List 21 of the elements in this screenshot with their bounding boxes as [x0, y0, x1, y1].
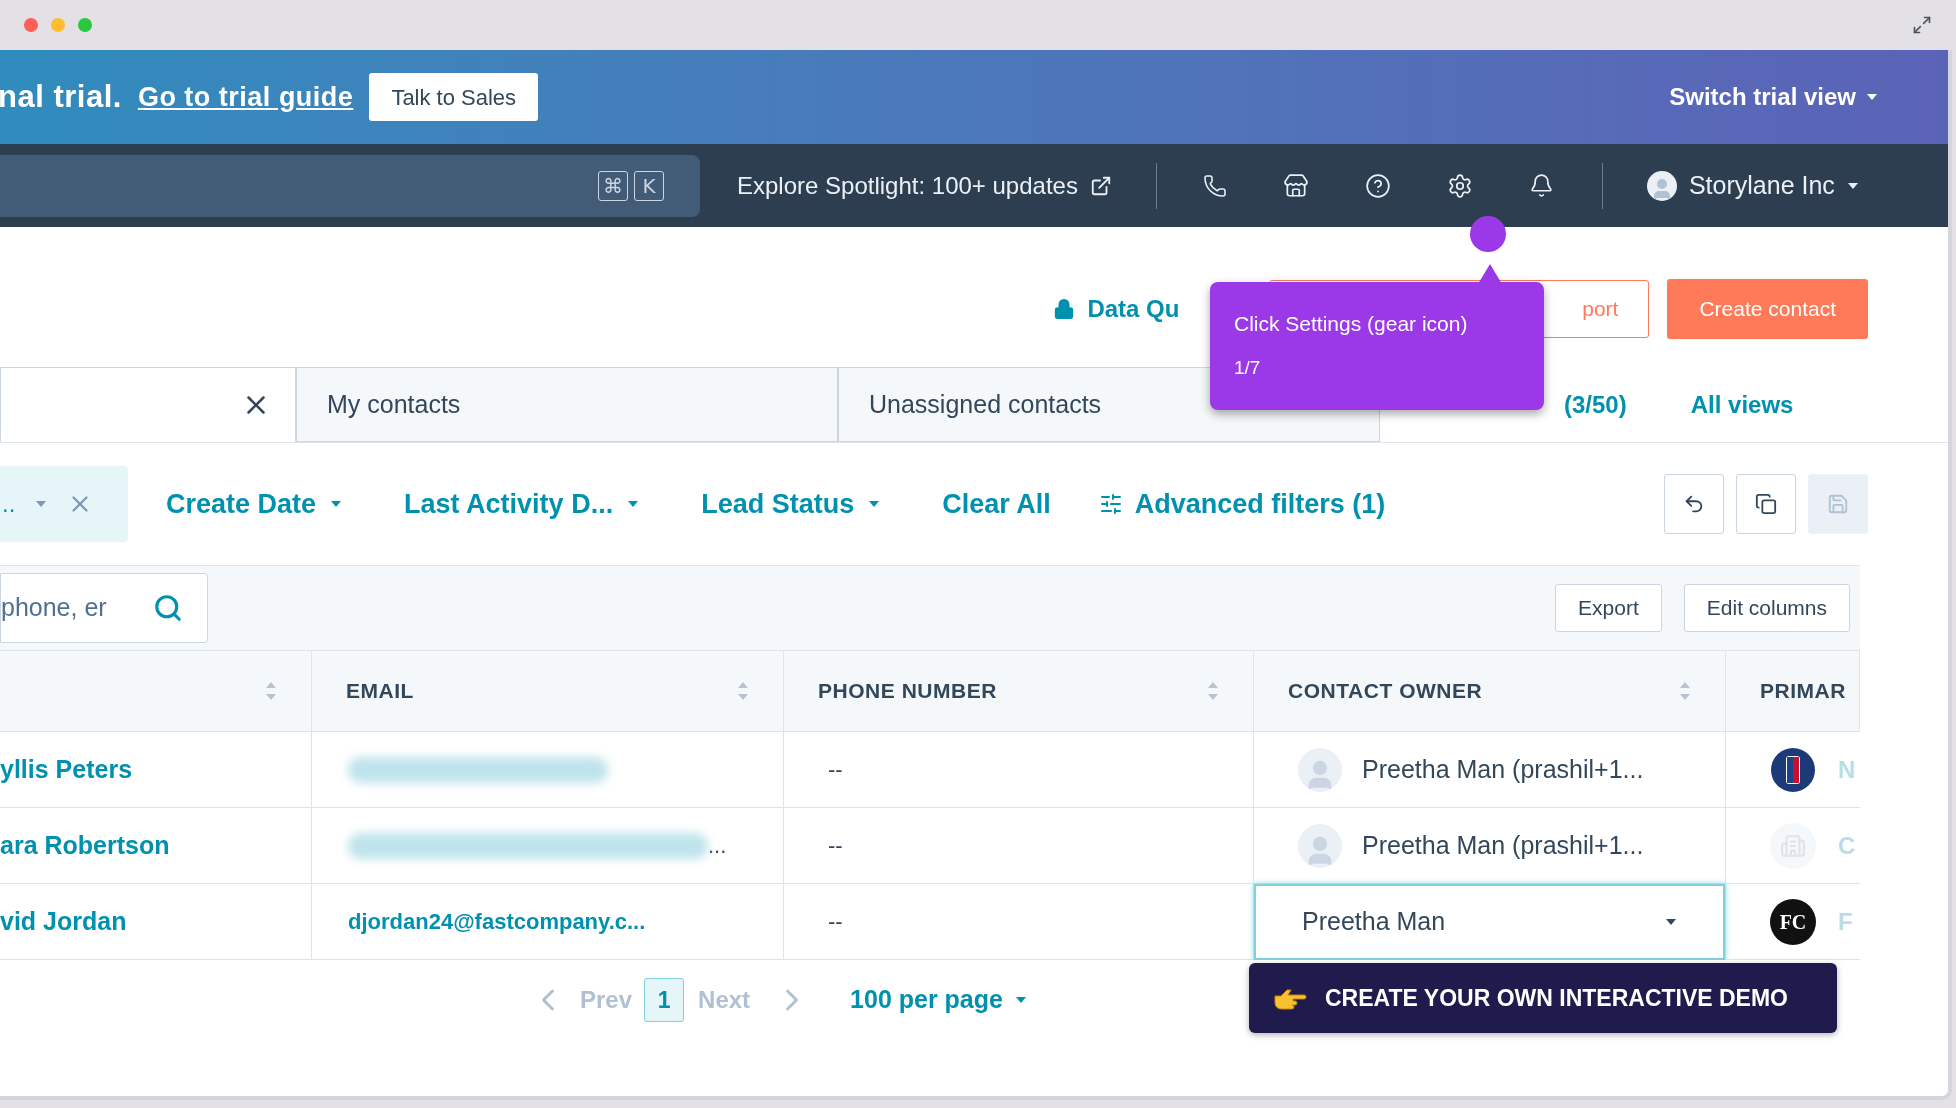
owner-name: Preetha Man (prashil+1...	[1362, 753, 1644, 785]
column-label: EMAIL	[346, 678, 414, 705]
phone-cell-text: --	[828, 756, 843, 784]
phone-cell-text: --	[828, 908, 843, 936]
tab-label: My contacts	[327, 388, 461, 420]
trial-text: nal trial.	[0, 77, 122, 116]
company-initial: F	[1838, 906, 1853, 937]
column-label: CONTACT OWNER	[1288, 678, 1483, 705]
column-label: PHONE NUMBER	[818, 678, 997, 705]
company-logo: FC	[1770, 898, 1816, 945]
tooltip-text: Click Settings (gear icon)	[1234, 311, 1469, 337]
ellipsis-text: ...	[708, 832, 727, 860]
company-initial: N	[1838, 754, 1856, 785]
owner-name: Preetha Man (prashil+1...	[1362, 829, 1644, 861]
chip-label: ..	[2, 489, 16, 519]
company-initial: C	[1838, 830, 1856, 861]
phone-cell-text: --	[828, 832, 843, 860]
column-label: PRIMAR	[1760, 678, 1846, 705]
tab-label: Unassigned contacts	[869, 388, 1102, 420]
shortcut-key: K	[634, 170, 664, 201]
shortcut-key: ⌘	[598, 170, 628, 201]
